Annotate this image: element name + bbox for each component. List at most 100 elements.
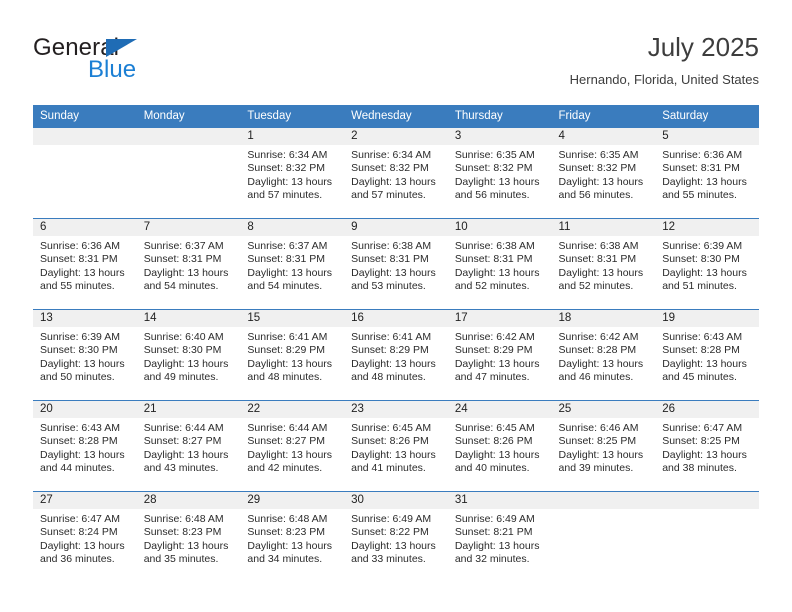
logo-text-blue: Blue bbox=[88, 56, 137, 83]
sunrise-text: Sunrise: 6:49 AM bbox=[454, 513, 535, 525]
daylight-text-line1: Daylight: 13 hours bbox=[558, 175, 644, 188]
daylight-text-line1: Daylight: 13 hours bbox=[143, 448, 229, 461]
daylight-text-line2: and 46 minutes. bbox=[558, 371, 634, 384]
sunset-text: Sunset: 8:30 PM bbox=[143, 344, 222, 357]
calendar-day-cell[interactable]: 26 Sunrise: 6:47 AM Sunset: 8:25 PM Dayligh… bbox=[655, 400, 759, 492]
day-number: 22 bbox=[240, 401, 345, 418]
calendar-day-cell[interactable]: 31 Sunrise: 6:49 AM Sunset: 8:21 PM Dayligh… bbox=[447, 491, 552, 582]
calendar-day-cell[interactable]: 1 Sunrise: 6:34 AM Sunset: 8:32 PM Daylight… bbox=[240, 128, 345, 219]
daylight-text-line1: Daylight: 13 hours bbox=[247, 175, 333, 188]
calendar-day-cell[interactable]: 20 Sunrise: 6:43 AM Sunset: 8:28 PM Dayligh… bbox=[33, 400, 137, 492]
daylight-text-line2: and 52 minutes. bbox=[558, 280, 634, 293]
day-number: 15 bbox=[240, 310, 345, 327]
calendar-day-cell[interactable]: 9 Sunrise: 6:38 AM Sunset: 8:31 PM Daylight… bbox=[344, 218, 448, 310]
calendar-day-cell[interactable]: 11 Sunrise: 6:38 AM Sunset: 8:31 PM Dayligh… bbox=[551, 218, 656, 310]
calendar-day-cell[interactable]: 15 Sunrise: 6:41 AM Sunset: 8:29 PM Dayligh… bbox=[240, 309, 345, 401]
calendar-day-cell[interactable]: 28 Sunrise: 6:48 AM Sunset: 8:23 PM Dayligh… bbox=[136, 491, 241, 582]
daylight-text-line1: Daylight: 13 hours bbox=[662, 266, 747, 279]
sunrise-text: Sunrise: 6:48 AM bbox=[247, 513, 328, 525]
daylight-text-line2: and 44 minutes. bbox=[40, 462, 115, 475]
calendar-day-cell[interactable]: 7 Sunrise: 6:37 AM Sunset: 8:31 PM Daylight… bbox=[136, 218, 241, 310]
daylight-text-line2: and 38 minutes. bbox=[662, 462, 737, 475]
calendar-day-cell[interactable]: 5 Sunrise: 6:36 AM Sunset: 8:31 PM Daylight… bbox=[655, 128, 759, 219]
calendar-day-cell[interactable]: 29 Sunrise: 6:48 AM Sunset: 8:23 PM Dayligh… bbox=[240, 491, 345, 582]
day-number: 12 bbox=[655, 219, 759, 236]
calendar-day-cell[interactable]: 13 Sunrise: 6:39 AM Sunset: 8:30 PM Dayligh… bbox=[33, 309, 137, 401]
calendar-empty-cell bbox=[655, 491, 759, 582]
daylight-text-line1: Daylight: 13 hours bbox=[454, 175, 540, 188]
day-number: 4 bbox=[551, 128, 656, 145]
daylight-text-line1: Daylight: 13 hours bbox=[662, 357, 747, 370]
daylight-text-line1: Daylight: 13 hours bbox=[662, 448, 747, 461]
calendar-day-cell[interactable]: 19 Sunrise: 6:43 AM Sunset: 8:28 PM Dayligh… bbox=[655, 309, 759, 401]
daylight-text-line2: and 32 minutes. bbox=[454, 553, 530, 566]
day-number: 26 bbox=[655, 401, 759, 418]
sunset-text: Sunset: 8:31 PM bbox=[143, 253, 222, 266]
sunset-text: Sunset: 8:24 PM bbox=[40, 526, 118, 539]
calendar-day-cell[interactable]: 21 Sunrise: 6:44 AM Sunset: 8:27 PM Dayligh… bbox=[136, 400, 241, 492]
calendar-page: General Blue July 2025 Hernando, Florida… bbox=[0, 0, 792, 612]
day-details: Sunrise: 6:34 AM Sunset: 8:32 PM Daylight:… bbox=[240, 145, 344, 203]
calendar-day-cell[interactable]: 6 Sunrise: 6:36 AM Sunset: 8:31 PM Daylight… bbox=[33, 218, 137, 310]
calendar-empty-cell bbox=[136, 128, 241, 219]
daylight-text-line1: Daylight: 13 hours bbox=[454, 448, 540, 461]
calendar-day-cell[interactable]: 14 Sunrise: 6:40 AM Sunset: 8:30 PM Dayligh… bbox=[136, 309, 241, 401]
daylight-text-line2: and 54 minutes. bbox=[247, 280, 323, 293]
calendar-day-cell[interactable]: 30 Sunrise: 6:49 AM Sunset: 8:22 PM Dayligh… bbox=[344, 491, 448, 582]
calendar-day-cell[interactable]: 10 Sunrise: 6:38 AM Sunset: 8:31 PM Dayligh… bbox=[447, 218, 552, 310]
day-details: Sunrise: 6:38 AM Sunset: 8:31 PM Daylight:… bbox=[552, 236, 656, 294]
calendar-day-cell[interactable]: 27 Sunrise: 6:47 AM Sunset: 8:24 PM Dayligh… bbox=[33, 491, 137, 582]
calendar-day-cell[interactable]: 8 Sunrise: 6:37 AM Sunset: 8:31 PM Daylight… bbox=[240, 218, 345, 310]
sunrise-text: Sunrise: 6:38 AM bbox=[558, 240, 639, 252]
calendar-day-cell[interactable]: 17 Sunrise: 6:42 AM Sunset: 8:29 PM Dayligh… bbox=[447, 309, 552, 401]
weekday-header-saturday: Saturday bbox=[655, 105, 759, 128]
calendar-day-cell[interactable]: 16 Sunrise: 6:41 AM Sunset: 8:29 PM Dayligh… bbox=[344, 309, 448, 401]
sunset-text: Sunset: 8:32 PM bbox=[247, 162, 326, 175]
calendar-day-cell[interactable]: 22 Sunrise: 6:44 AM Sunset: 8:27 PM Dayligh… bbox=[240, 400, 345, 492]
daylight-text-line1: Daylight: 13 hours bbox=[143, 539, 229, 552]
sunrise-text: Sunrise: 6:36 AM bbox=[40, 240, 120, 252]
calendar-table: Sunday Monday Tuesday Wednesday Thursday… bbox=[33, 105, 759, 582]
sunrise-text: Sunrise: 6:39 AM bbox=[40, 331, 120, 343]
calendar-week-row: 1 Sunrise: 6:34 AM Sunset: 8:32 PM Daylight… bbox=[33, 128, 759, 219]
sunrise-text: Sunrise: 6:45 AM bbox=[351, 422, 432, 434]
daylight-text-line2: and 49 minutes. bbox=[143, 371, 219, 384]
day-details: Sunrise: 6:41 AM Sunset: 8:29 PM Daylight:… bbox=[344, 327, 448, 385]
calendar-day-cell[interactable]: 12 Sunrise: 6:39 AM Sunset: 8:30 PM Dayligh… bbox=[655, 218, 759, 310]
sunset-text: Sunset: 8:31 PM bbox=[558, 253, 637, 266]
day-details: Sunrise: 6:43 AM Sunset: 8:28 PM Daylight:… bbox=[655, 327, 759, 385]
daylight-text-line1: Daylight: 13 hours bbox=[143, 266, 229, 279]
calendar-day-cell[interactable]: 4 Sunrise: 6:35 AM Sunset: 8:32 PM Daylight… bbox=[551, 128, 656, 219]
calendar-day-cell[interactable]: 24 Sunrise: 6:45 AM Sunset: 8:26 PM Dayligh… bbox=[447, 400, 552, 492]
calendar-day-cell[interactable]: 18 Sunrise: 6:42 AM Sunset: 8:28 PM Dayligh… bbox=[551, 309, 656, 401]
weekday-header-wednesday: Wednesday bbox=[344, 105, 448, 128]
daylight-text-line2: and 56 minutes. bbox=[558, 189, 634, 202]
sunrise-text: Sunrise: 6:35 AM bbox=[454, 149, 535, 161]
daylight-text-line2: and 51 minutes. bbox=[662, 280, 737, 293]
daylight-text-line1: Daylight: 13 hours bbox=[40, 448, 125, 461]
calendar-day-cell[interactable]: 3 Sunrise: 6:35 AM Sunset: 8:32 PM Daylight… bbox=[447, 128, 552, 219]
day-number: 24 bbox=[447, 401, 552, 418]
day-details: Sunrise: 6:35 AM Sunset: 8:32 PM Daylight:… bbox=[552, 145, 656, 203]
daylight-text-line2: and 42 minutes. bbox=[247, 462, 323, 475]
calendar-day-cell[interactable]: 25 Sunrise: 6:46 AM Sunset: 8:25 PM Dayligh… bbox=[551, 400, 656, 492]
daylight-text-line1: Daylight: 13 hours bbox=[351, 448, 436, 461]
day-details: Sunrise: 6:48 AM Sunset: 8:23 PM Daylight:… bbox=[240, 509, 344, 567]
sunrise-text: Sunrise: 6:47 AM bbox=[662, 422, 743, 434]
day-details: Sunrise: 6:42 AM Sunset: 8:29 PM Daylight:… bbox=[448, 327, 552, 385]
calendar-week-row: 20 Sunrise: 6:43 AM Sunset: 8:28 PM Dayligh… bbox=[33, 400, 759, 492]
day-number: 18 bbox=[551, 310, 656, 327]
sunset-text: Sunset: 8:28 PM bbox=[558, 344, 637, 357]
day-number: 3 bbox=[447, 128, 552, 145]
calendar-day-cell[interactable]: 2 Sunrise: 6:34 AM Sunset: 8:32 PM Daylight… bbox=[344, 128, 448, 219]
day-number: 27 bbox=[33, 492, 137, 509]
sunset-text: Sunset: 8:26 PM bbox=[454, 435, 533, 448]
day-number: 21 bbox=[136, 401, 241, 418]
day-details: Sunrise: 6:39 AM Sunset: 8:30 PM Daylight:… bbox=[655, 236, 759, 294]
sunset-text: Sunset: 8:28 PM bbox=[662, 344, 740, 357]
calendar-day-cell[interactable]: 23 Sunrise: 6:45 AM Sunset: 8:26 PM Dayligh… bbox=[344, 400, 448, 492]
sunrise-text: Sunrise: 6:43 AM bbox=[40, 422, 120, 434]
sunrise-text: Sunrise: 6:34 AM bbox=[247, 149, 328, 161]
location-subtitle: Hernando, Florida, United States bbox=[569, 72, 759, 87]
day-details: Sunrise: 6:47 AM Sunset: 8:25 PM Daylight:… bbox=[655, 418, 759, 476]
